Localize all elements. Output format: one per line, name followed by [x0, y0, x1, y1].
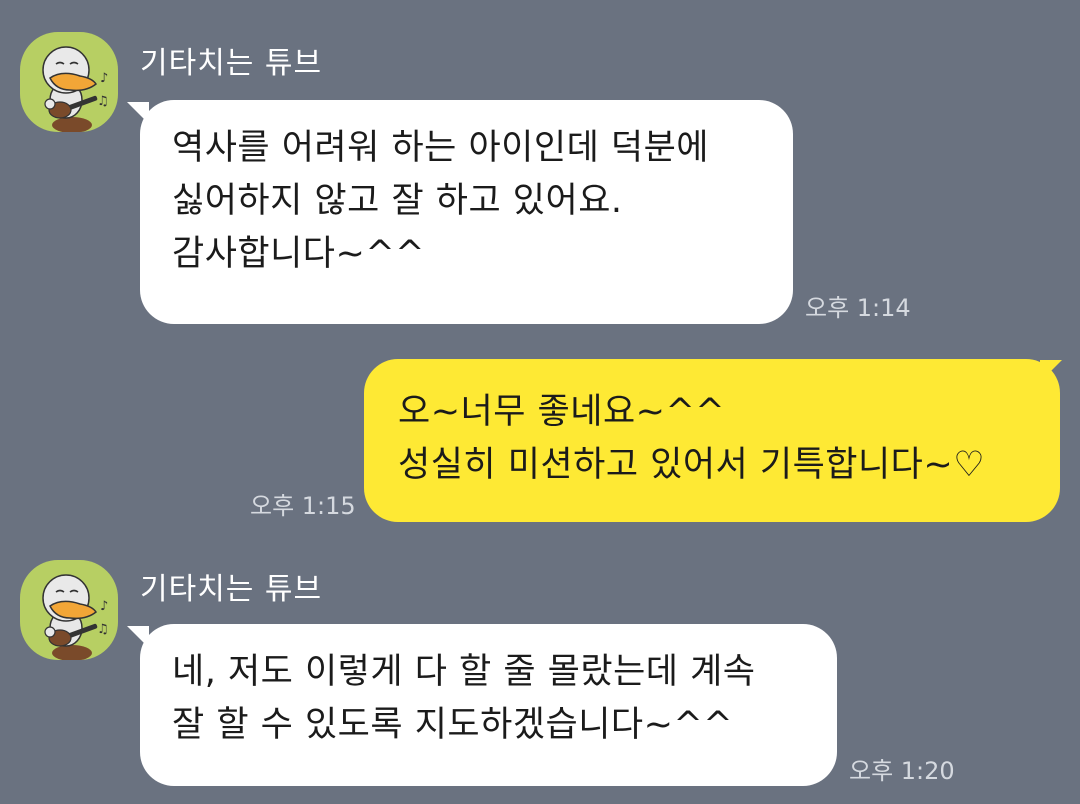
message-timestamp: 오후 1:14 — [805, 294, 911, 322]
svg-text:♫: ♫ — [97, 622, 109, 637]
outgoing-message-bubble[interactable]: 오~너무 좋네요~^^ 성실히 미션하고 있어서 기특합니다~♡ — [364, 359, 1060, 522]
message-text-line: 역사를 어려워 하는 아이인데 덕분에 — [172, 128, 710, 168]
message-text-line: 오~너무 좋네요~^^ — [398, 392, 726, 432]
message-text-line: 잘 할 수 있도록 지도하겠습니다~^^ — [172, 705, 734, 745]
message-text-line: 네, 저도 이렇게 다 할 줄 몰랐는데 계속 — [172, 652, 756, 692]
message-text-line: 감사합니다~^^ — [172, 234, 425, 274]
incoming-message-bubble[interactable]: 네, 저도 이렇게 다 할 줄 몰랐는데 계속 잘 할 수 있도록 지도하겠습니… — [140, 624, 837, 786]
message-timestamp: 오후 1:15 — [250, 492, 356, 520]
message-text-line: 싫어하지 않고 잘 하고 있어요. — [172, 181, 623, 221]
tube-duck-guitar-avatar-icon: ♪ ♫ — [42, 574, 109, 660]
sender-name: 기타치는 튜브 — [140, 572, 323, 607]
incoming-message-bubble[interactable]: 역사를 어려워 하는 아이인데 덕분에 싫어하지 않고 잘 하고 있어요. 감사… — [140, 100, 793, 324]
svg-text:♪: ♪ — [100, 599, 108, 614]
svg-text:♪: ♪ — [100, 71, 108, 86]
sender-avatar[interactable]: ♪ ♫ — [20, 560, 118, 660]
message-timestamp: 오후 1:20 — [849, 757, 955, 785]
sender-name: 기타치는 튜브 — [140, 46, 323, 81]
sender-avatar[interactable]: ♪ ♫ — [20, 32, 118, 132]
message-text-line: 성실히 미션하고 있어서 기특합니다~♡ — [398, 445, 986, 485]
svg-text:♫: ♫ — [97, 94, 109, 109]
bubble-tail — [1040, 360, 1062, 382]
tube-duck-guitar-avatar-icon: ♪ ♫ — [42, 46, 109, 132]
